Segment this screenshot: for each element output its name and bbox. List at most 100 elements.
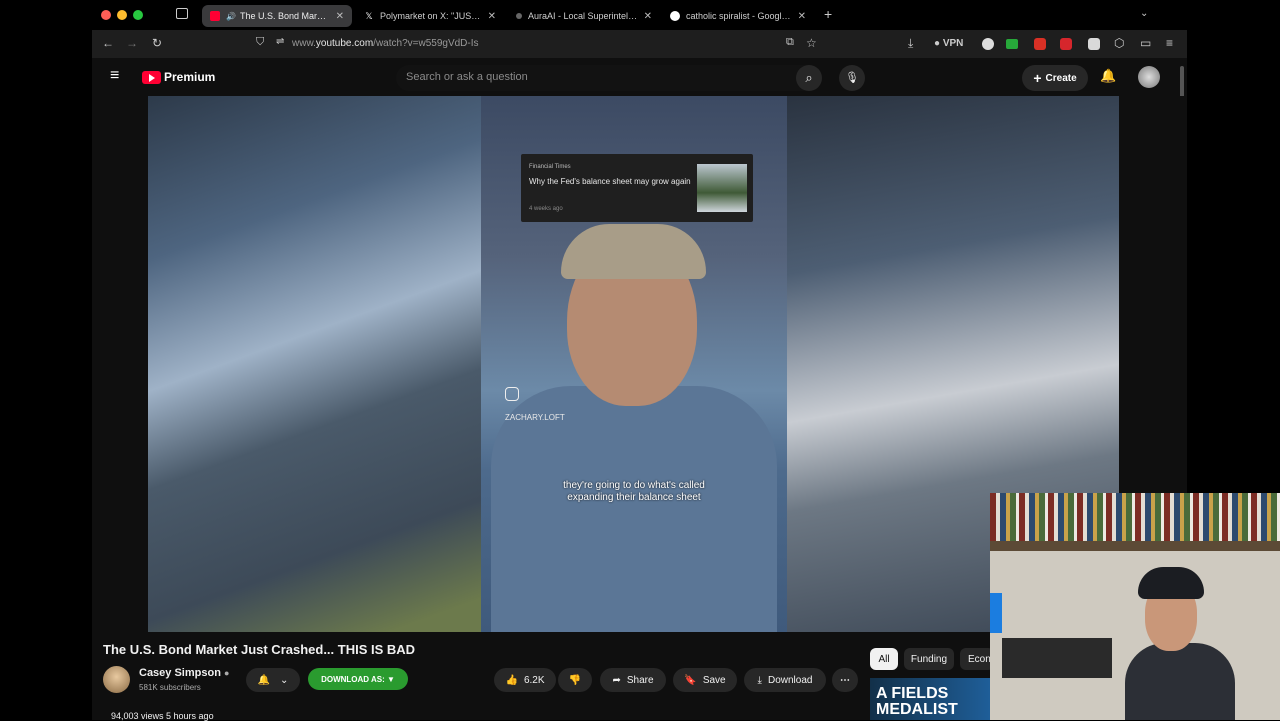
save-label: Save: [702, 674, 726, 686]
extension-red-icon[interactable]: [1034, 38, 1046, 50]
chip-label: Funding: [910, 653, 948, 665]
share-label: Share: [626, 674, 654, 686]
back-arrow-icon[interactable]: ←: [102, 36, 114, 50]
youtube-favicon-icon: [210, 11, 220, 21]
download-as-button[interactable]: DOWNLOAD AS: ▼: [308, 668, 408, 690]
chip-label: All: [878, 653, 890, 665]
auraai-favicon-icon: [516, 13, 522, 19]
download-label: Download: [767, 674, 813, 686]
menu-icon[interactable]: ≡: [1166, 36, 1173, 50]
like-count: 6.2K: [523, 674, 545, 686]
news-source: Financial Times: [529, 164, 571, 170]
chip-label: Econ: [968, 653, 991, 665]
close-tab-icon[interactable]: ✕: [644, 11, 652, 22]
reload-icon[interactable]: ↻: [152, 36, 162, 50]
video-caption: they're going to do what's called expand…: [563, 480, 705, 503]
hamburger-menu-icon[interactable]: ≡: [110, 67, 119, 85]
news-card: Financial Times Why the Fed's balance sh…: [521, 154, 753, 222]
tab-bar: 🔊 The U.S. Bond Market Just Crashed ✕ 𝕏 …: [0, 0, 1280, 30]
chip-funding[interactable]: Funding: [904, 648, 954, 670]
share-arrow-icon: ➦: [612, 674, 621, 686]
channel-name[interactable]: Casey Simpson ●: [139, 667, 229, 679]
recommended-video-thumbnail[interactable]: A FIELDS MEDALIST: [870, 678, 992, 720]
maximize-window-button[interactable]: [133, 10, 143, 20]
tab-google-search[interactable]: catholic spiralist - Google Search ✕: [662, 5, 814, 27]
extension-green-icon[interactable]: [1006, 39, 1018, 49]
plus-icon: +: [1033, 70, 1042, 86]
thumbs-up-icon: 👍: [505, 674, 518, 686]
video-center-frame: Financial Times Why the Fed's balance sh…: [481, 96, 787, 632]
channel-name-text: Casey Simpson: [139, 667, 221, 679]
chip-all[interactable]: All: [870, 648, 898, 670]
shield-icon[interactable]: ⛉: [256, 36, 264, 49]
desk: [1002, 638, 1112, 678]
tab-label: catholic spiralist - Google Search: [686, 11, 792, 21]
browser-toolbar: ← → ↻ ⛉ ⇌ www.youtube.com/watch?v=w559gV…: [92, 30, 1187, 58]
dislike-button[interactable]: 👎: [558, 668, 592, 692]
adblock-icon[interactable]: [1060, 38, 1072, 50]
picture-in-picture-icon[interactable]: ⧉: [786, 36, 794, 49]
create-button[interactable]: + Create: [1022, 65, 1088, 91]
vpn-button[interactable]: ● VPN: [934, 38, 963, 49]
search-icon[interactable]: ⌕: [796, 65, 822, 91]
video-player[interactable]: Financial Times Why the Fed's balance sh…: [148, 96, 1119, 632]
tab-label: The U.S. Bond Market Just Crashed: [239, 11, 330, 21]
like-button[interactable]: 👍 6.2K: [494, 668, 556, 692]
speaker-icon: 🔊: [226, 11, 236, 21]
bookmark-star-icon[interactable]: ☆: [806, 36, 817, 50]
notifications-bell-icon[interactable]: 🔔: [1100, 68, 1116, 84]
close-window-button[interactable]: [101, 10, 111, 20]
google-favicon-icon: [670, 11, 680, 21]
tab-label: Polymarket on X: "JUST IN: It's a: [380, 11, 482, 21]
webcam-overlay: [990, 493, 1280, 720]
extensions-puzzle-icon[interactable]: ⬡: [1114, 36, 1124, 50]
subscriber-count: 581K subscribers: [139, 683, 201, 692]
youtube-play-icon: [142, 70, 161, 84]
tab-auraai[interactable]: AuraAI - Local Superintelligence ✕: [508, 5, 660, 27]
youtube-logo[interactable]: Premium: [142, 70, 215, 84]
bookmark-icon: 🔖: [684, 674, 697, 686]
share-button[interactable]: ➦ Share: [600, 668, 666, 692]
blue-speaker: [990, 593, 1002, 633]
sidebar-toggle-icon[interactable]: ▭: [1140, 36, 1151, 50]
webcam-person-hat: [1138, 567, 1204, 599]
minimize-window-button[interactable]: [117, 10, 127, 20]
channel-avatar[interactable]: [103, 666, 130, 693]
more-actions-icon[interactable]: ⋯: [832, 668, 858, 692]
tab-youtube[interactable]: 🔊 The U.S. Bond Market Just Crashed ✕: [202, 5, 352, 27]
bell-icon: 🔔: [257, 674, 271, 686]
close-tab-icon[interactable]: ✕: [798, 11, 806, 22]
close-tab-icon[interactable]: ✕: [488, 11, 496, 22]
tab-polymarket[interactable]: 𝕏 Polymarket on X: "JUST IN: It's a ✕: [356, 5, 504, 27]
creator-handle: ZACHARY.LOFT: [505, 413, 565, 422]
chip-econ[interactable]: Econ: [960, 648, 994, 670]
forward-arrow-icon[interactable]: →: [126, 36, 138, 50]
news-age: 4 weeks ago: [529, 206, 563, 212]
vpn-label: VPN: [942, 38, 964, 49]
close-tab-icon[interactable]: ✕: [336, 11, 344, 22]
save-button[interactable]: 🔖 Save: [673, 668, 737, 692]
microphone-icon[interactable]: 🎙: [839, 65, 865, 91]
extension-c-icon[interactable]: [982, 38, 994, 50]
download-button[interactable]: ⤓ Download: [744, 668, 826, 692]
url-host: youtube.com: [315, 38, 374, 49]
search-placeholder: Search or ask a question: [406, 71, 528, 83]
person-cap: [561, 224, 706, 279]
tab-list-chevron-icon[interactable]: ⌄: [1140, 8, 1148, 19]
downloads-icon[interactable]: ⤓: [908, 36, 913, 51]
chevron-down-icon: ⌄: [280, 674, 289, 686]
account-avatar[interactable]: [1138, 66, 1160, 88]
bookshelf-board: [990, 541, 1280, 551]
site-settings-icon[interactable]: ⇌: [276, 36, 284, 47]
address-bar[interactable]: www.youtube.com/watch?v=w559gVdD-Is: [292, 38, 479, 49]
thumbs-down-icon: 👎: [568, 674, 582, 686]
tab-overview-icon[interactable]: [176, 8, 188, 19]
new-tab-button[interactable]: +: [824, 6, 832, 22]
youtube-header: ≡ Premium Search or ask a question ⌕ 🎙 +…: [92, 58, 1187, 96]
brand-label: Premium: [164, 70, 216, 84]
subscription-bell-button[interactable]: 🔔 ⌄: [246, 668, 300, 692]
search-input[interactable]: Search or ask a question: [396, 65, 816, 91]
url-prefix: www.: [292, 38, 316, 49]
recommended-thumb-text: A FIELDS MEDALIST: [876, 685, 958, 718]
extension-grid-icon[interactable]: [1088, 38, 1100, 50]
